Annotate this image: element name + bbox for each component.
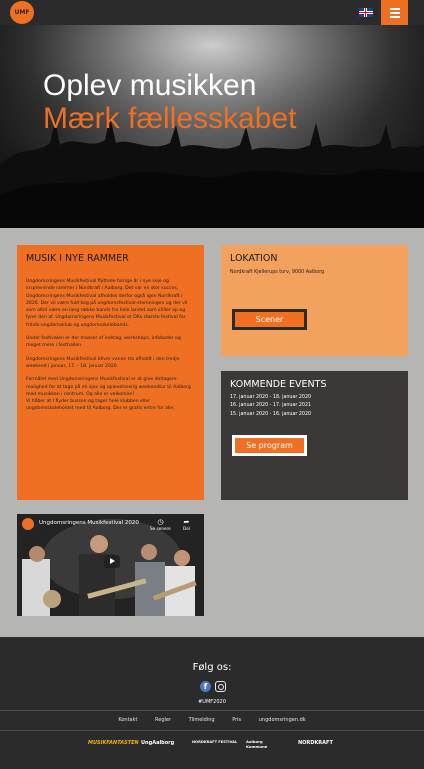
music-card-heading: MUSIK I NYE RAMMER <box>26 253 129 264</box>
hamburger-menu-icon <box>390 8 400 10</box>
footer-link-regler[interactable]: Regler <box>155 717 171 723</box>
footer-link-kontakt[interactable]: Kontakt <box>118 717 137 723</box>
scener-button[interactable]: Scener <box>232 309 307 330</box>
uk-flag-icon[interactable] <box>359 8 373 17</box>
share-arrow-icon: ➦ <box>183 518 190 526</box>
footer-link-tilmelding[interactable]: Tilmelding <box>189 717 215 723</box>
sponsor-logo[interactable]: NORDKRAFT <box>298 740 333 746</box>
hero-title-line1: Oplev musikken <box>43 69 257 102</box>
share-button[interactable]: ➦ Del <box>183 518 190 531</box>
event-date: 15. januar 2020 - 16. januar 2020 <box>230 411 312 417</box>
channel-avatar[interactable] <box>22 518 34 530</box>
location-heading: LOKATION <box>230 253 278 264</box>
music-paragraph: Ungdomsringens Musikfestival flyttede fo… <box>26 279 188 328</box>
facebook-icon[interactable]: f <box>200 681 211 692</box>
location-address: Nordkraft Kjellerups torv, 9000 Aalborg <box>230 270 325 275</box>
location-card: LOKATION Nordkraft Kjellerups torv, 9000… <box>221 245 408 356</box>
follow-us-heading: Følg os: <box>192 662 232 673</box>
site-logo[interactable]: UMF <box>10 1 34 24</box>
watch-later-button[interactable]: ◷ Se senere <box>150 518 171 531</box>
hashtag: #UMF2020 <box>198 699 226 705</box>
music-card: MUSIK I NYE RAMMER Ungdomsringens Musikf… <box>17 245 204 500</box>
share-label: Del <box>183 526 190 531</box>
footer-links: Kontakt Regler Tilmelding Pris ungdomsri… <box>0 717 424 723</box>
divider <box>0 710 424 711</box>
event-date: 17. januar 2020 - 18. januar 2020 <box>230 395 312 400</box>
hero-banner: Oplev musikken Mærk fællesskabet <box>0 25 424 228</box>
music-paragraph: Ungdomsringens Musikfestival bliver vane… <box>26 356 180 369</box>
watch-later-label: Se senere <box>150 526 171 531</box>
content-section: MUSIK I NYE RAMMER Ungdomsringens Musikf… <box>0 228 424 637</box>
menu-button[interactable] <box>381 0 408 25</box>
footer-link-pris[interactable]: Pris <box>232 717 241 723</box>
se-program-button[interactable]: Se program <box>232 435 307 456</box>
sponsor-logo[interactable]: MUSIKFANTASTEN <box>88 740 139 746</box>
video-player[interactable]: Ungdomsringens Musikfestival 2020 ◷ Se s… <box>17 514 204 616</box>
sponsor-logo[interactable]: UngAalborg <box>141 740 174 746</box>
music-paragraph: Under festivalen er der masser af indsla… <box>26 336 181 349</box>
sponsor-logo[interactable]: NORDKRAFT FESTIVAL <box>192 740 237 744</box>
clock-icon: ◷ <box>157 518 164 526</box>
top-navigation-bar: UMF <box>0 0 424 25</box>
divider <box>0 730 424 731</box>
events-card: KOMMENDE EVENTS 17. januar 2020 - 18. ja… <box>221 371 408 500</box>
event-date: 16. januar 2020 - 17. januar 2021 <box>230 403 312 409</box>
hero-title-line2: Mærk fællesskabet <box>43 102 297 135</box>
footer: Følg os: f #UMF2020 Kontakt Regler Tilme… <box>0 637 424 769</box>
music-paragraph: Formålet med Ungdomsringens Musikfestiva… <box>26 377 191 412</box>
video-title[interactable]: Ungdomsringens Musikfestival 2020 <box>39 520 139 526</box>
footer-link-ungdomsringen[interactable]: ungdomsringen.dk <box>259 717 306 723</box>
events-heading: KOMMENDE EVENTS <box>230 379 327 390</box>
sponsor-logo[interactable]: Aalborg Kommune <box>246 739 282 749</box>
instagram-icon[interactable] <box>215 681 226 692</box>
sponsor-logos: MUSIKFANTASTEN UngAalborg NORDKRAFT FEST… <box>0 739 424 754</box>
play-icon[interactable] <box>104 555 120 568</box>
